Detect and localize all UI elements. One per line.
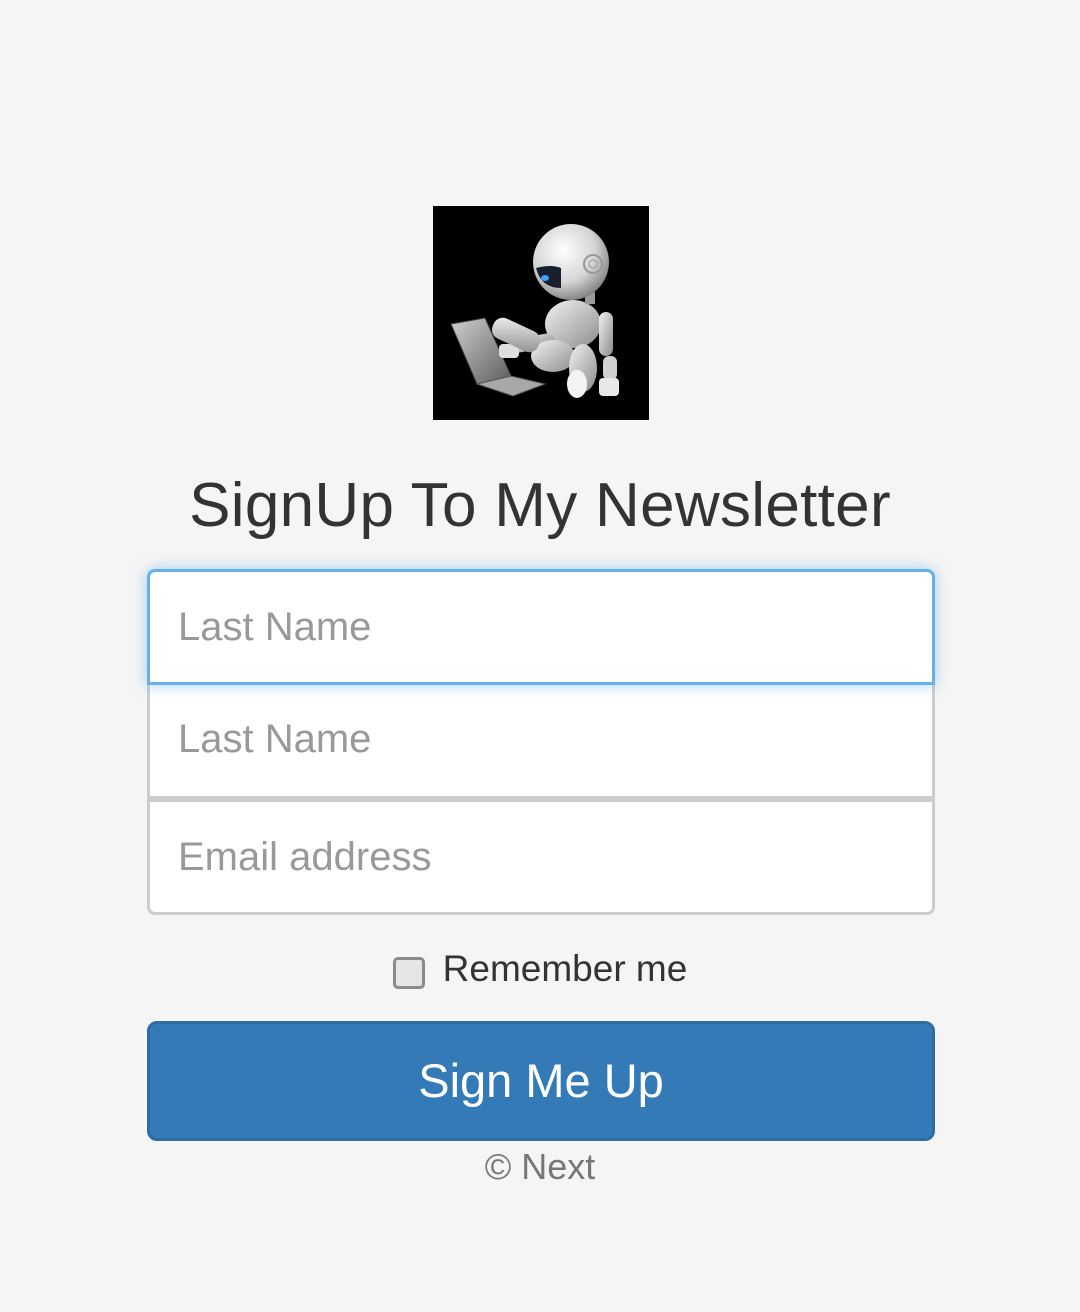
robot-logo-image [433,206,649,420]
page-title: SignUp To My Newsletter [189,471,891,540]
email-input[interactable] [147,799,935,915]
sign-me-up-button[interactable]: Sign Me Up [147,1021,935,1141]
remember-me-label[interactable]: Remember me [443,948,688,990]
remember-me-row: Remember me [0,948,1080,990]
first-name-input[interactable] [147,569,935,685]
last-name-input[interactable] [147,683,935,799]
remember-me-checkbox[interactable] [392,957,425,989]
signup-form [147,569,935,915]
signup-page: SignUp To My Newsletter Remember me Sign… [0,0,1080,1312]
robot-with-laptop-icon [450,224,619,398]
footer-copyright: © Next [484,1146,596,1187]
